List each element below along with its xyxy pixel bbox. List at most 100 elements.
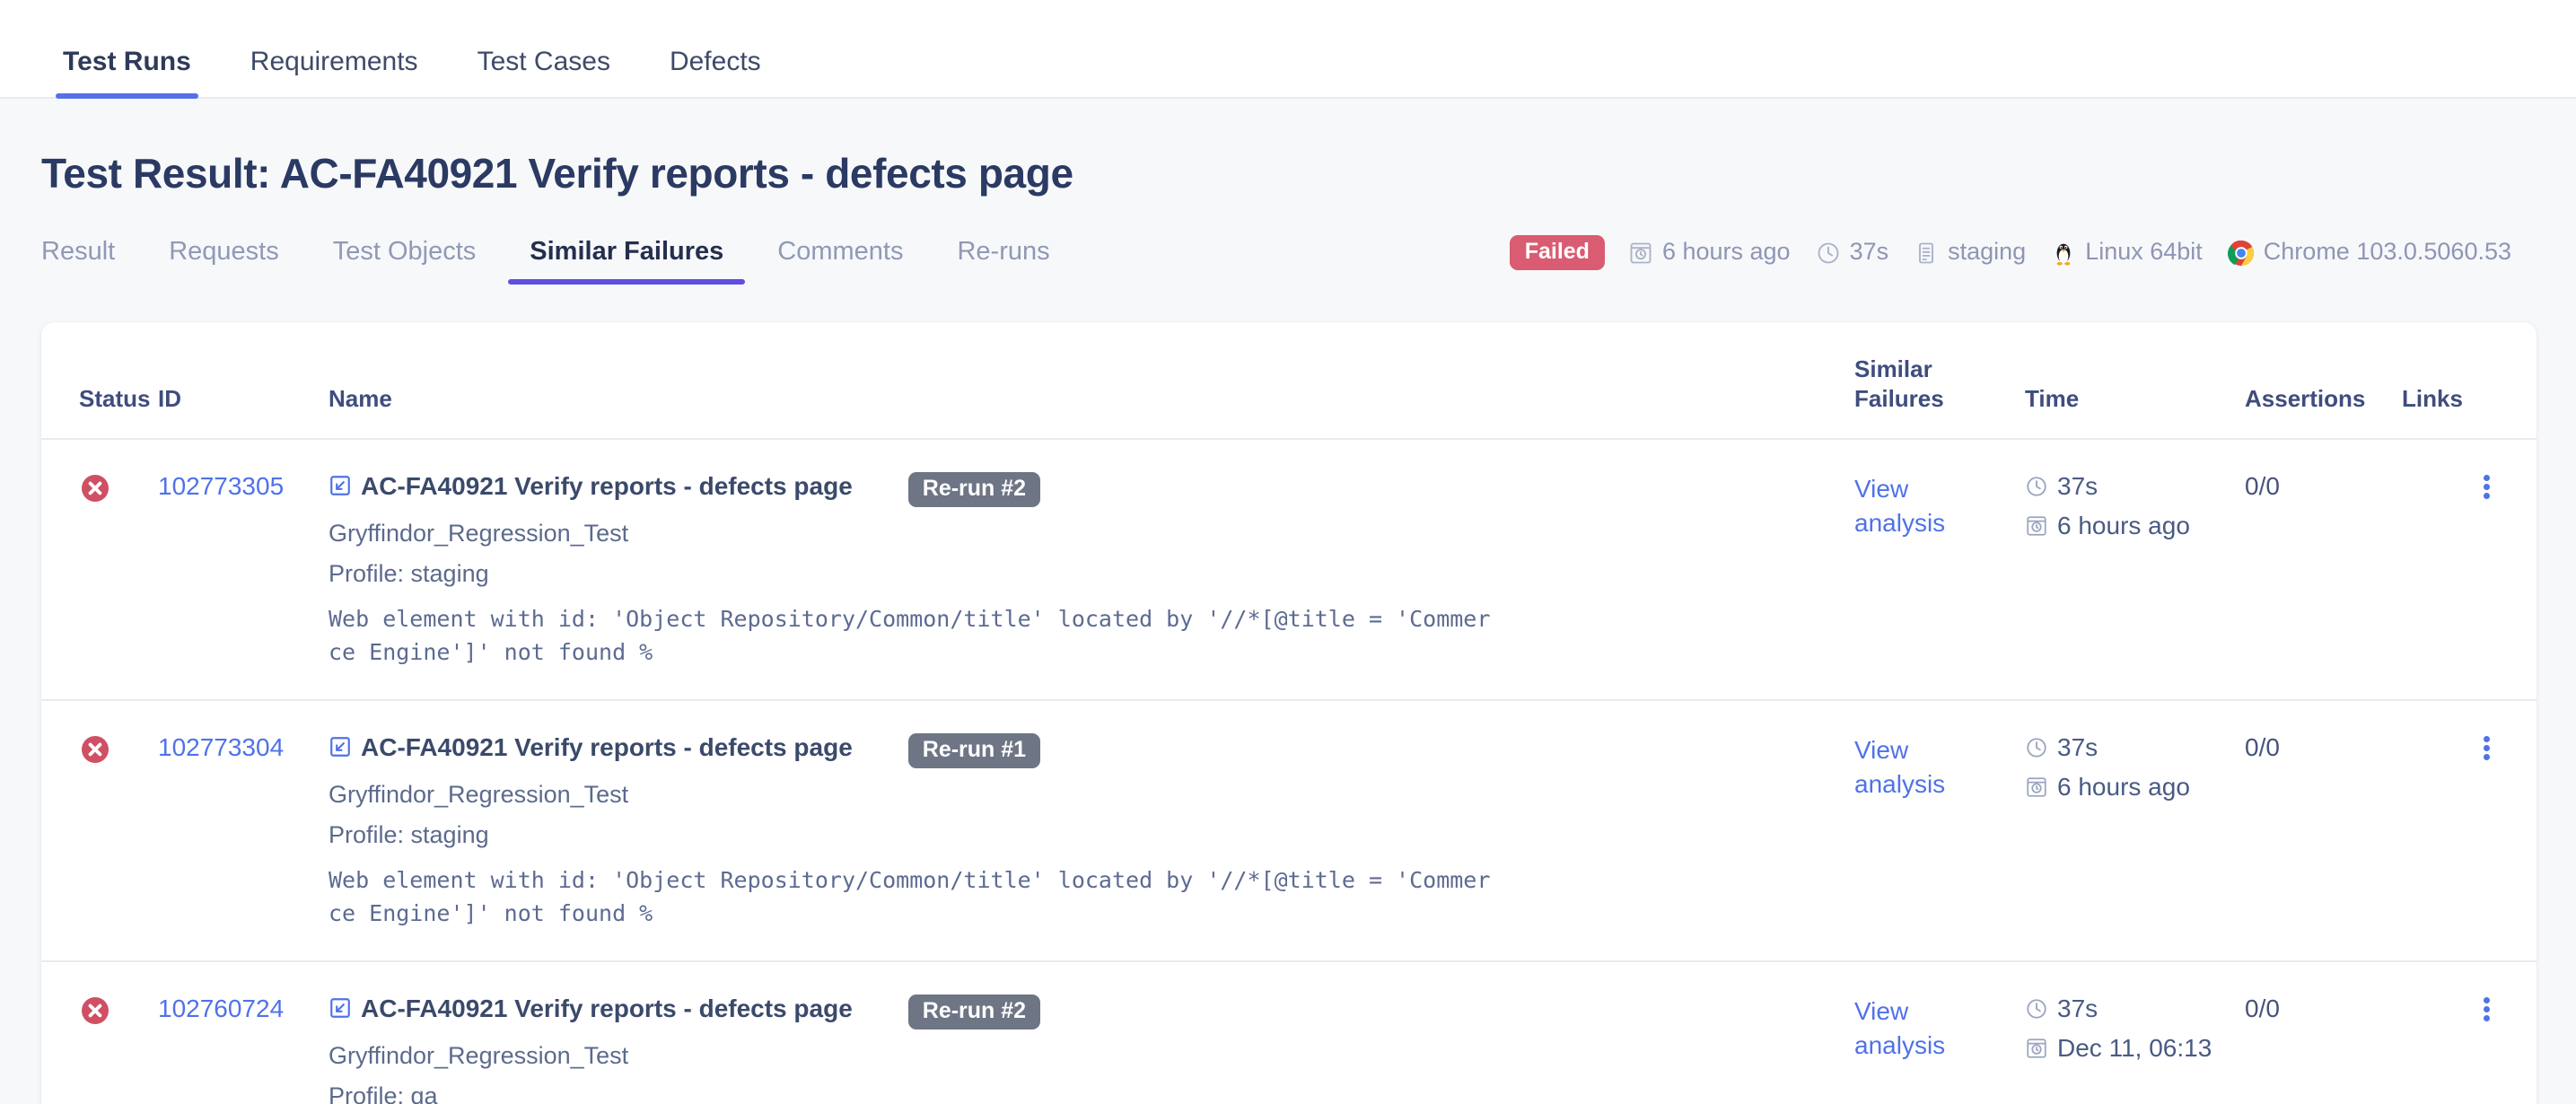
row-actions-menu-button[interactable] <box>2402 472 2537 502</box>
table-row[interactable]: 102760724 AC-FA40921 Verify reports - de… <box>41 962 2537 1104</box>
view-analysis-line2: analysis <box>1854 509 1946 538</box>
meta-text: staging <box>1948 238 2027 265</box>
rerun-badge: Re-run #2 <box>907 994 1041 1030</box>
row-time-cell: 37s 6 hours ago <box>2025 733 2245 930</box>
test-suite-label: Gryffindor_Regression_Test <box>329 1041 629 1069</box>
nav-tab-label: Test Cases <box>477 47 610 76</box>
row-time-cell: 37s Dec 11, 06:13 <box>2025 994 2245 1104</box>
kebab-dot <box>2484 1014 2490 1021</box>
external-link-icon[interactable] <box>329 733 352 763</box>
test-result-id-link[interactable]: 102773304 <box>158 733 284 761</box>
row-id-cell[interactable]: 102760724 <box>158 994 329 1104</box>
nav-tab-requirements[interactable]: Requirements <box>227 47 442 97</box>
view-analysis-line1: View <box>1854 996 1909 1025</box>
history-icon <box>2025 514 2048 538</box>
assertions-value: 0/0 <box>2245 994 2280 1022</box>
subtab-similar-failures[interactable]: Similar Failures <box>508 237 746 285</box>
row-links-cell[interactable] <box>2402 472 2537 669</box>
test-suite-label: Gryffindor_Regression_Test <box>329 519 629 547</box>
test-name-link[interactable]: AC-FA40921 Verify reports - defects page <box>361 994 853 1023</box>
row-similar-failures-cell[interactable]: View analysis <box>1854 733 2025 930</box>
view-analysis-link[interactable]: View analysis <box>1854 472 1962 541</box>
kebab-dot <box>2484 492 2490 499</box>
row-actions-menu-button[interactable] <box>2402 733 2537 763</box>
test-name-link[interactable]: AC-FA40921 Verify reports - defects page <box>361 472 853 501</box>
nav-tab-defects[interactable]: Defects <box>646 47 784 97</box>
column-header-time: Time <box>2025 385 2080 413</box>
kebab-dot <box>2484 483 2490 490</box>
meta-text: Chrome 103.0.5060.53 <box>2263 238 2511 265</box>
meta-text: Linux 64bit <box>2085 238 2203 265</box>
row-similar-failures-cell[interactable]: View analysis <box>1854 472 2025 669</box>
table-row[interactable]: 102773304 AC-FA40921 Verify reports - de… <box>41 701 2537 962</box>
history-icon <box>1628 241 1653 266</box>
top-navigation: Test Runs Requirements Test Cases Defect… <box>0 0 2576 99</box>
row-timestamp-text: 6 hours ago <box>2057 772 2190 801</box>
row-duration: 37s <box>2025 994 2245 1023</box>
row-links-cell[interactable] <box>2402 994 2537 1104</box>
subtab-label: Test Objects <box>332 237 477 266</box>
nav-tab-label: Test Runs <box>63 47 191 76</box>
row-duration-text: 37s <box>2057 994 2098 1022</box>
subtab-test-objects[interactable]: Test Objects <box>311 237 498 285</box>
subtab-requests[interactable]: Requests <box>147 237 301 285</box>
table-header-row: Status ID Name Similar Failures Time Ass… <box>41 322 2537 440</box>
column-header-similar-failures: Similar Failures <box>1854 355 2025 415</box>
nav-tab-test-runs[interactable]: Test Runs <box>39 47 215 99</box>
similar-failures-table: Status ID Name Similar Failures Time Ass… <box>41 322 2537 1104</box>
row-similar-failures-cell[interactable]: View analysis <box>1854 994 2025 1104</box>
row-assertions-cell: 0/0 <box>2245 472 2402 669</box>
column-header-similar-failures-line2: Failures <box>1854 385 1944 413</box>
nav-tab-label: Requirements <box>250 47 418 76</box>
subtab-label: Requests <box>169 237 279 266</box>
subtab-label: Similar Failures <box>530 237 724 266</box>
error-circle-icon <box>82 735 109 763</box>
assertions-value: 0/0 <box>2245 732 2280 761</box>
column-header-assertions: Assertions <box>2245 385 2366 413</box>
view-analysis-line1: View <box>1854 474 1909 503</box>
table-row[interactable]: 102773305 AC-FA40921 Verify reports - de… <box>41 440 2537 701</box>
subtab-re-runs[interactable]: Re-runs <box>935 237 1071 285</box>
external-link-icon[interactable] <box>329 994 352 1024</box>
page-title: Test Result: AC-FA40921 Verify reports -… <box>41 150 1073 197</box>
row-status-cell <box>41 994 158 1104</box>
row-timestamp: 6 hours ago <box>2025 773 2245 802</box>
row-actions-menu-button[interactable] <box>2402 994 2537 1024</box>
row-name-top: AC-FA40921 Verify reports - defects page… <box>329 994 1833 1030</box>
row-name-cell: AC-FA40921 Verify reports - defects page… <box>329 994 1854 1104</box>
subtab-comments[interactable]: Comments <box>756 237 924 285</box>
test-result-id-link[interactable]: 102760724 <box>158 994 284 1022</box>
clock-icon <box>1816 241 1841 266</box>
row-id-cell[interactable]: 102773304 <box>158 733 329 930</box>
kebab-dot <box>2484 753 2490 760</box>
column-header-name: Name <box>329 385 392 413</box>
nav-tab-test-cases[interactable]: Test Cases <box>454 47 634 97</box>
meta-text: 37s <box>1849 238 1889 265</box>
row-links-cell[interactable] <box>2402 733 2537 930</box>
subtab-bar: Result Requests Test Objects Similar Fai… <box>41 237 1082 285</box>
nav-tab-label: Defects <box>669 47 761 76</box>
row-name-cell: AC-FA40921 Verify reports - defects page… <box>329 471 1854 669</box>
test-suite-label: Gryffindor_Regression_Test <box>329 780 629 808</box>
view-analysis-line2: analysis <box>1854 770 1946 799</box>
view-analysis-link[interactable]: View analysis <box>1854 994 1962 1064</box>
assertions-value: 0/0 <box>2245 471 2280 500</box>
subtab-label: Result <box>41 237 116 266</box>
subtab-result[interactable]: Result <box>41 237 136 285</box>
row-name-top: AC-FA40921 Verify reports - defects page… <box>329 732 1833 768</box>
column-header-id: ID <box>158 385 181 413</box>
test-result-id-link[interactable]: 102773305 <box>158 472 284 500</box>
test-name-link[interactable]: AC-FA40921 Verify reports - defects page <box>361 733 853 762</box>
row-name-top: AC-FA40921 Verify reports - defects page… <box>329 471 1833 507</box>
error-circle-icon <box>82 474 109 502</box>
history-icon <box>2025 1037 2048 1060</box>
external-link-icon[interactable] <box>329 472 352 502</box>
row-timestamp-text: Dec 11, 06:13 <box>2057 1033 2212 1062</box>
view-analysis-link[interactable]: View analysis <box>1854 733 1962 802</box>
rerun-badge: Re-run #1 <box>907 732 1041 768</box>
row-id-cell[interactable]: 102773305 <box>158 472 329 669</box>
subtab-meta-row: Result Requests Test Objects Similar Fai… <box>0 197 2576 286</box>
row-timestamp-text: 6 hours ago <box>2057 511 2190 539</box>
kebab-dot <box>2484 744 2490 751</box>
row-status-cell <box>41 472 158 669</box>
